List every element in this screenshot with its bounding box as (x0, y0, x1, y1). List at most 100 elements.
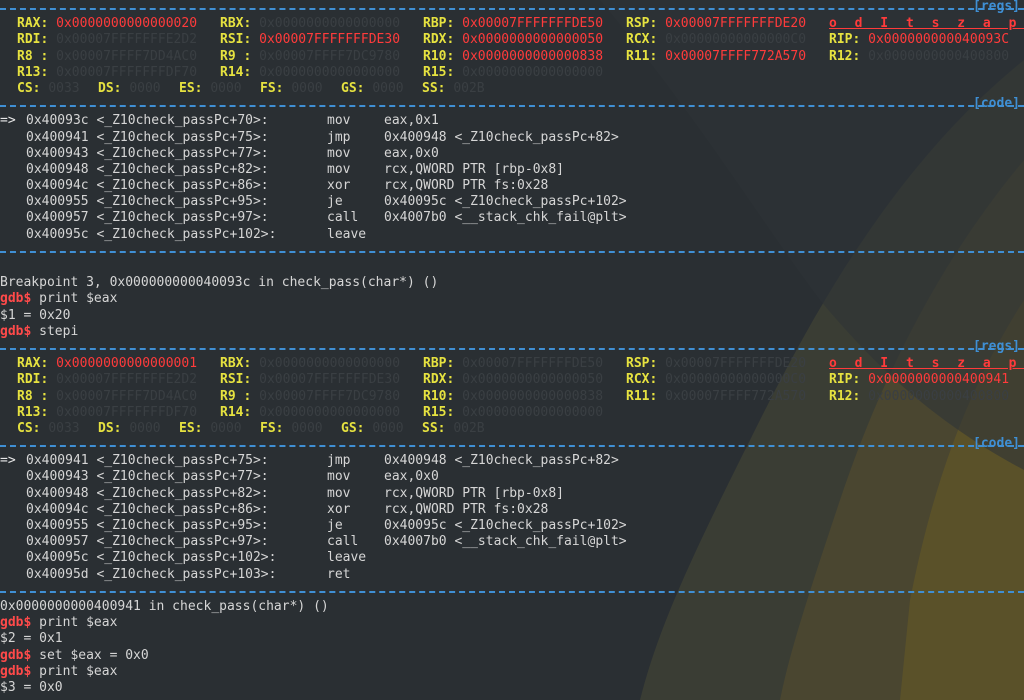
register: R12: 0x0000000000400800 (829, 49, 1009, 65)
register-name: RDX: (423, 32, 455, 48)
instruction-operands: 0x400948 <_Z10check_passPc+82> (384, 129, 619, 145)
console-command: gdb$ print $eax (0, 291, 1024, 307)
register-value: 0x00007FFFFFFFDE20 (665, 356, 807, 372)
register-value: 0x00007FFFF772A570 (665, 388, 807, 404)
register-value: 0000 (372, 80, 404, 96)
register-name: DS: (98, 420, 122, 436)
instruction-mnemonic: jmp (327, 453, 351, 469)
register: RBX: 0x0000000000000000 (220, 356, 400, 372)
register-name: RCX: (626, 372, 658, 388)
register: R11: 0x00007FFFF772A570 (626, 389, 806, 405)
disassembly-line: 0x40095c <_Z10check_passPc+102>: leave (0, 227, 1024, 243)
instruction-mnemonic: mov (327, 113, 351, 129)
register-name: GS: (341, 420, 365, 436)
instruction-address: 0x40094c <_Z10check_passPc+86>: (26, 501, 269, 517)
gdb-prompt: gdb$ (0, 291, 32, 307)
register-name: RBP: (423, 16, 455, 32)
register-value: 002B (453, 80, 485, 96)
console-output: Breakpoint 3, 0x000000000040093c in chec… (0, 275, 1024, 340)
register-value: 0x0000000000000000 (259, 16, 401, 32)
register-name: R10: (423, 388, 455, 404)
instruction-mnemonic: call (327, 534, 359, 550)
register: DS: 0000 (98, 81, 161, 97)
command-text: print $eax (31, 663, 118, 679)
gdb-prompt: gdb$ (0, 615, 32, 631)
register: R9 : 0x00007FFFF7DC9780 (220, 389, 400, 405)
disassembly-line: 0x40095d <_Z10check_passPc+103>: ret (0, 567, 1024, 583)
register-value: 0x0000000000000020 (56, 16, 198, 32)
register: R8 : 0x00007FFFF7DD4AC0 (17, 49, 197, 65)
register-name: R13: (17, 64, 49, 80)
instruction-mnemonic: mov (327, 161, 351, 177)
register-name: RBX: (220, 16, 252, 32)
disassembly-line: 0x400955 <_Z10check_passPc+95>: je 0x40095… (0, 518, 1024, 534)
register-name: R15: (423, 404, 455, 420)
disassembly-line: 0x400943 <_Z10check_passPc+77>: mov eax,0x… (0, 146, 1024, 162)
command-text: print $eax (31, 615, 118, 631)
register: RCX: 0x00000000000000C0 (626, 372, 806, 388)
disassembly-line: 0x400941 <_Z10check_passPc+75>: jmp 0x4009… (0, 130, 1024, 146)
register-value: 0x00007FFFFFFFDE50 (462, 356, 604, 372)
register: GS: 0000 (341, 81, 404, 97)
instruction-address: 0x400941 <_Z10check_passPc+75>: (26, 129, 269, 145)
register-name: RBP: (423, 356, 455, 372)
register: RBP: 0x00007FFFFFFFDE50 (423, 16, 603, 32)
instruction-mnemonic: xor (327, 178, 351, 194)
console-command: gdb$ print $eax (0, 615, 1024, 631)
console-command: gdb$ stepi (0, 324, 1024, 340)
regs-separator: [regs] (0, 339, 1024, 356)
instruction-mnemonic: ret (327, 566, 351, 582)
register-row: CS: 0033 DS: 0000 ES: 0000 FS: 0000 GS: 0000… (0, 421, 1024, 437)
register-name: RAX: (17, 356, 49, 372)
command-text: stepi (31, 323, 79, 339)
register-row: RAX: 0x0000000000000020 RBX: 0x0000000000… (0, 16, 1024, 32)
register: R9 : 0x00007FFFF7DC9780 (220, 49, 400, 65)
register-row: RDI: 0x00007FFFFFFFE2D2 RSI: 0x00007FFFFF… (0, 32, 1024, 48)
disassembly-panel: => 0x400941 <_Z10check_passPc+75>: jmp 0x40… (0, 453, 1024, 583)
register-name: R12: (829, 388, 861, 404)
instruction-mnemonic: xor (327, 501, 351, 517)
instruction-operands: 0x40095c <_Z10check_passPc+102> (384, 194, 627, 210)
instruction-operands: 0x4007b0 <__stack_chk_fail@plt> (384, 534, 627, 550)
gdb-prompt: gdb$ (0, 663, 32, 679)
register: RBX: 0x0000000000000000 (220, 16, 400, 32)
register-value: 0000 (129, 80, 161, 96)
register-name: R13: (17, 404, 49, 420)
register-name: R11: (626, 388, 658, 404)
register-value: 0x00007FFFFFFFE2D2 (56, 372, 198, 388)
command-text: set $eax = 0x0 (31, 647, 149, 663)
register-name: R9 : (220, 388, 252, 404)
register: DS: 0000 (98, 421, 161, 437)
code-separator: [code] (0, 96, 1024, 113)
register-name: DS: (98, 80, 122, 96)
register-value: 0x000000000040093C (868, 32, 1010, 48)
cpu-flags: o d I t s z a p c (829, 16, 1022, 32)
register: R15: 0x0000000000000000 (423, 405, 603, 421)
instruction-mnemonic: je (327, 194, 343, 210)
console-command: gdb$ print $eax (0, 664, 1024, 680)
register-value: 0x0000000000000001 (56, 356, 198, 372)
register-name: SS: (422, 420, 446, 436)
register: RIP: 0x0000000000400941 (829, 372, 1009, 388)
register-value: 0x00000000000000C0 (665, 32, 807, 48)
register: RSI: 0x00007FFFFFFFDE30 (220, 32, 400, 48)
register-value: 0x00007FFFF7DC9780 (259, 48, 401, 64)
instruction-mnemonic: leave (327, 550, 367, 566)
register-name: RSP: (626, 16, 658, 32)
instruction-operands: 0x40095c <_Z10check_passPc+102> (384, 518, 627, 533)
register-value: 0x0000000000000000 (462, 404, 604, 420)
instruction-address: 0x40093c <_Z10check_passPc+70>: (26, 113, 269, 129)
register-row: R13: 0x00007FFFFFFFDF70 R14: 0x0000000000… (0, 405, 1024, 421)
disassembly-line: 0x40095c <_Z10check_passPc+102>: leave (0, 550, 1024, 566)
register-name: FS: (260, 80, 284, 96)
register-name: R14: (220, 64, 252, 80)
register: RDX: 0x0000000000000050 (423, 372, 603, 388)
register-name: ES: (179, 80, 203, 96)
register-name: RDX: (423, 372, 455, 388)
register: CS: 0033 (17, 81, 80, 97)
register-value: 0x00007FFFFFFFDE20 (665, 16, 807, 32)
instruction-operands: eax,0x0 (384, 469, 439, 485)
register-value: 0x00007FFFFFFFDF70 (56, 64, 198, 80)
register-value: 0x00007FFFFFFFDE30 (259, 32, 401, 48)
register: SS: 002B (422, 81, 485, 97)
